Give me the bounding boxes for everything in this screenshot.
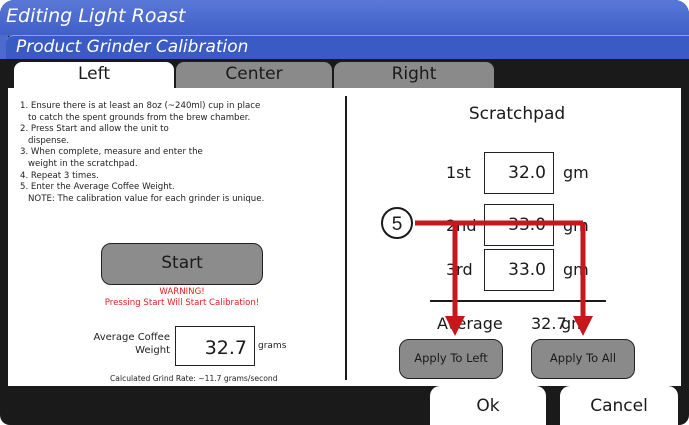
instruction-line: 1. Ensure there is at least an 8oz (~240…	[20, 101, 261, 111]
grind-rate-text: Calculated Grind Rate: ~11.7 grams/secon…	[110, 374, 278, 383]
scratchpad-row-label-2: 2nd	[446, 216, 477, 235]
instruction-line: 2. Press Start and allow the unit to	[20, 124, 169, 135]
scratchpad-unit-3: gm	[563, 260, 589, 279]
average-weight-label-line2: Weight	[135, 345, 170, 356]
scratchpad-field-1[interactable]: 32.0	[484, 152, 554, 194]
average-weight-unit: grams	[258, 341, 287, 351]
scratchpad-unit-1: gm	[563, 163, 589, 182]
instruction-line: 5. Enter the Average Coffee Weight.	[20, 182, 175, 193]
instruction-line: dispense.	[28, 135, 70, 146]
instruction-line: weight in the scratchpad.	[28, 158, 138, 169]
scratchpad-separator	[430, 300, 606, 302]
scratchpad-average-label: Average	[437, 314, 503, 333]
instruction-line: 4. Repeat 3 times.	[20, 170, 99, 181]
instruction-line: to catch the spent grounds from the brew…	[28, 112, 251, 123]
scratchpad-field-3[interactable]: 33.0	[484, 249, 554, 291]
cancel-button[interactable]: Cancel	[560, 386, 678, 425]
page-subtitle: Product Grinder Calibration	[6, 35, 689, 59]
panel-divider	[345, 96, 347, 380]
tab-left[interactable]: Left	[14, 62, 174, 88]
tab-center[interactable]: Center	[176, 62, 332, 88]
scratchpad-title: Scratchpad	[468, 104, 566, 124]
average-weight-label: Average Coffee Weight	[70, 331, 170, 357]
scratchpad-field-2[interactable]: 33.0	[484, 204, 554, 246]
warning-text: Pressing Start Will Start Calibration!	[104, 298, 260, 308]
instruction-line: 3. When complete, measure and enter the	[20, 147, 203, 158]
window-title: Editing Light Roast	[0, 0, 689, 36]
average-weight-label-line1: Average Coffee	[93, 332, 170, 343]
scratchpad-average-unit: gm	[561, 314, 587, 333]
scratchpad-unit-2: gm	[563, 216, 589, 235]
tab-right[interactable]: Right	[334, 62, 494, 88]
warning-title: WARNING!	[159, 287, 205, 297]
instruction-line: NOTE: The calibration value for each gri…	[28, 193, 265, 204]
ok-button[interactable]: Ok	[430, 386, 546, 425]
start-warning: WARNING! Pressing Start Will Start Calib…	[60, 287, 304, 309]
apply-to-left-button[interactable]: Apply To Left	[399, 339, 503, 379]
scratchpad-row-label-1: 1st	[446, 163, 471, 182]
average-weight-field[interactable]: 32.7	[175, 326, 255, 366]
scratchpad-row-label-3: 3rd	[446, 260, 473, 279]
apply-to-all-button[interactable]: Apply To All	[531, 339, 635, 379]
instructions: 1. Ensure there is at least an 8oz (~240…	[20, 101, 340, 205]
start-button[interactable]: Start	[101, 243, 263, 285]
